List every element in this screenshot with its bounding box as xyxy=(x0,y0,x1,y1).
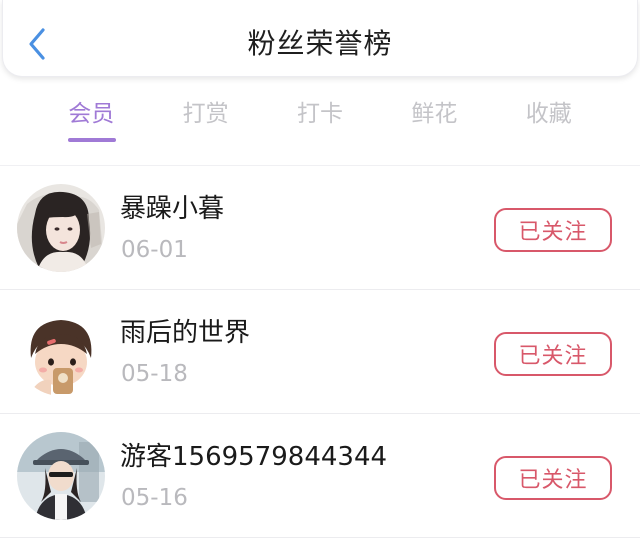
fan-list: 暴躁小暮 06-01 已关注 雨后的世界 05-18 已关注 游客1569579… xyxy=(0,166,640,538)
tab-label: 会员 xyxy=(68,101,115,127)
user-name: 雨后的世界 xyxy=(120,318,251,348)
tab-flowers[interactable]: 鲜花 xyxy=(377,96,491,146)
user-date: 06-01 xyxy=(121,237,188,263)
avatar-image xyxy=(17,184,105,272)
list-item[interactable]: 游客1569579844344 05-16 已关注 xyxy=(0,414,640,538)
user-date: 05-18 xyxy=(121,361,188,387)
page-title: 粉丝荣誉榜 xyxy=(247,27,393,60)
list-item[interactable]: 雨后的世界 05-18 已关注 xyxy=(0,290,640,414)
active-tab-indicator xyxy=(68,138,116,142)
avatar[interactable] xyxy=(17,432,105,520)
page: 粉丝荣誉榜 会员 打赏 打卡 鲜花 收藏 暴躁小暮 06-01 已关注 雨后的世… xyxy=(0,0,640,543)
user-name: 游客1569579844344 xyxy=(120,442,388,472)
list-item[interactable]: 暴躁小暮 06-01 已关注 xyxy=(0,166,640,290)
tab-tips[interactable]: 打赏 xyxy=(148,96,262,146)
header-bar: 粉丝荣誉榜 xyxy=(2,0,638,77)
tab-checkin[interactable]: 打卡 xyxy=(263,96,377,146)
tab-label: 打赏 xyxy=(182,101,229,127)
user-name: 暴躁小暮 xyxy=(120,194,225,224)
avatar[interactable] xyxy=(17,184,105,272)
user-date: 05-16 xyxy=(121,485,188,511)
tab-label: 鲜花 xyxy=(411,101,458,127)
followed-button[interactable]: 已关注 xyxy=(494,208,612,252)
followed-button[interactable]: 已关注 xyxy=(494,332,612,376)
tab-label: 打卡 xyxy=(296,101,343,127)
avatar-image xyxy=(17,432,105,520)
tab-members[interactable]: 会员 xyxy=(34,96,148,146)
followed-button[interactable]: 已关注 xyxy=(494,456,612,500)
avatar-image xyxy=(17,308,105,396)
tab-favorites[interactable]: 收藏 xyxy=(492,96,606,146)
tab-label: 收藏 xyxy=(525,101,572,127)
tab-bar: 会员 打赏 打卡 鲜花 收藏 xyxy=(34,96,606,146)
avatar[interactable] xyxy=(17,308,105,396)
